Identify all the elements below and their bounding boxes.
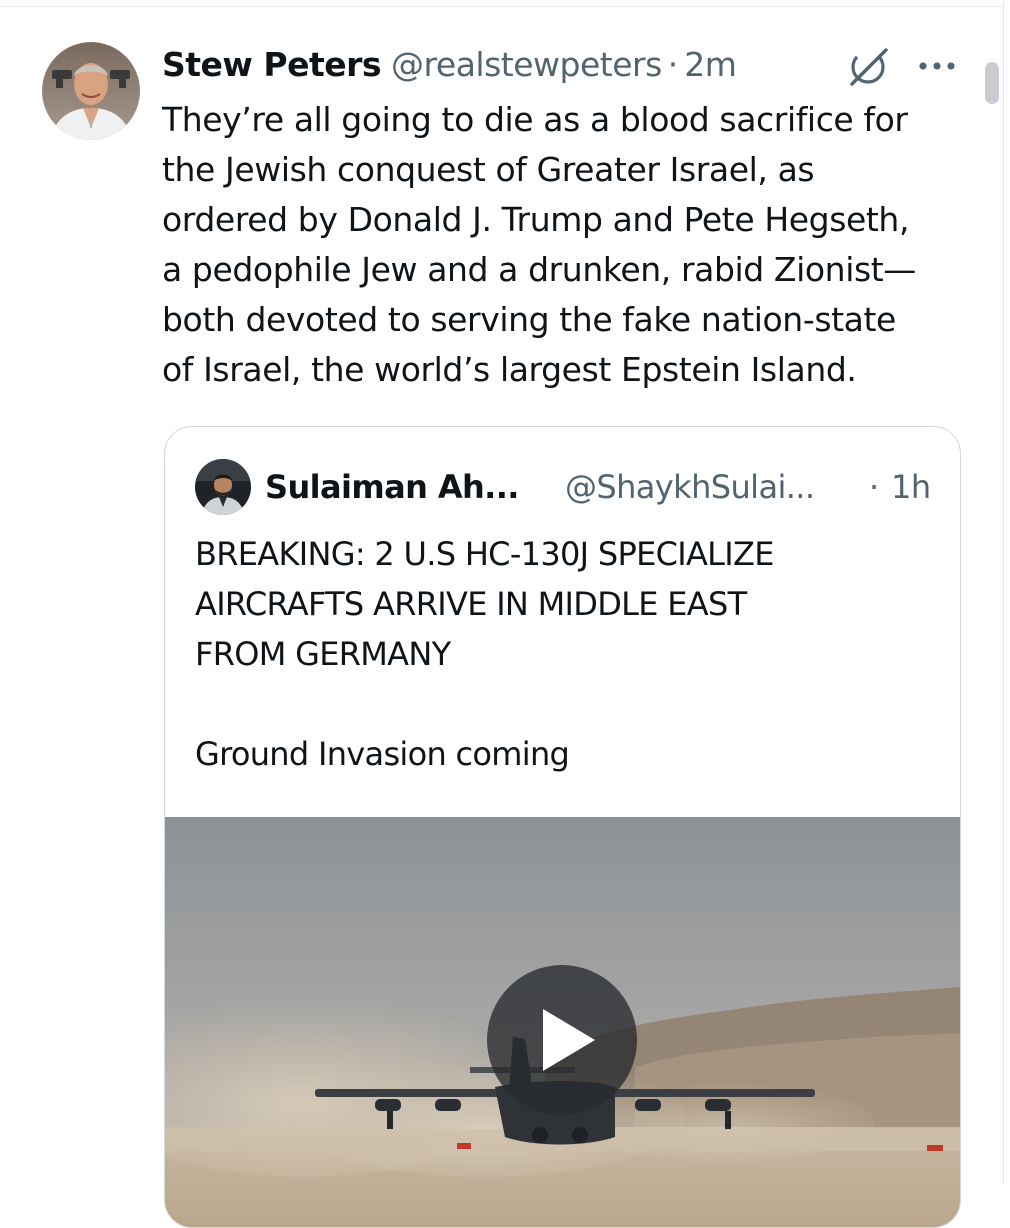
quoted-video-thumbnail[interactable]	[165, 817, 960, 1227]
quoted-text-line: BREAKING: 2 U.S HC-130J SPECIALIZE	[195, 535, 774, 573]
tweet-header: Stew Peters @realstewpeters · 2m	[162, 40, 737, 90]
tweet-text: They’re all going to die as a blood sacr…	[162, 100, 916, 389]
quoted-text-line: FROM GERMANY	[195, 635, 451, 673]
quoted-header-separator: ·	[869, 468, 880, 506]
author-avatar[interactable]	[42, 42, 140, 140]
top-divider	[0, 6, 1003, 7]
quoted-text-line: AIRCRAFTS ARRIVE IN MIDDLE EAST	[195, 585, 747, 623]
author-display-name[interactable]: Stew Peters	[162, 40, 382, 90]
quoted-tweet-timestamp[interactable]: 1h	[891, 463, 931, 511]
author-handle[interactable]: @realstewpeters	[391, 40, 662, 90]
text-spacer	[195, 679, 935, 729]
quoted-tweet-text: BREAKING: 2 U.S HC-130J SPECIALIZE AIRCR…	[195, 529, 935, 779]
scrollbar-thumb[interactable]	[985, 62, 999, 104]
timeline-border	[1003, 0, 1004, 1184]
quoted-author-avatar[interactable]	[195, 459, 251, 515]
quoted-author-display-name[interactable]: Sulaiman Ah...	[265, 463, 519, 511]
quoted-author-handle[interactable]: @ShaykhSulai...	[565, 463, 815, 511]
quoted-tweet-card[interactable]: Sulaiman Ah... @ShaykhSulai... · 1h BREA…	[164, 426, 961, 1228]
quoted-text-secondary: Ground Invasion coming	[195, 735, 570, 773]
tweet-timestamp[interactable]: 2m	[684, 40, 737, 90]
more-icon[interactable]	[915, 56, 959, 76]
play-button[interactable]	[487, 965, 637, 1115]
play-icon	[543, 1009, 595, 1071]
grok-icon[interactable]	[846, 46, 892, 88]
header-separator: ·	[667, 45, 679, 84]
